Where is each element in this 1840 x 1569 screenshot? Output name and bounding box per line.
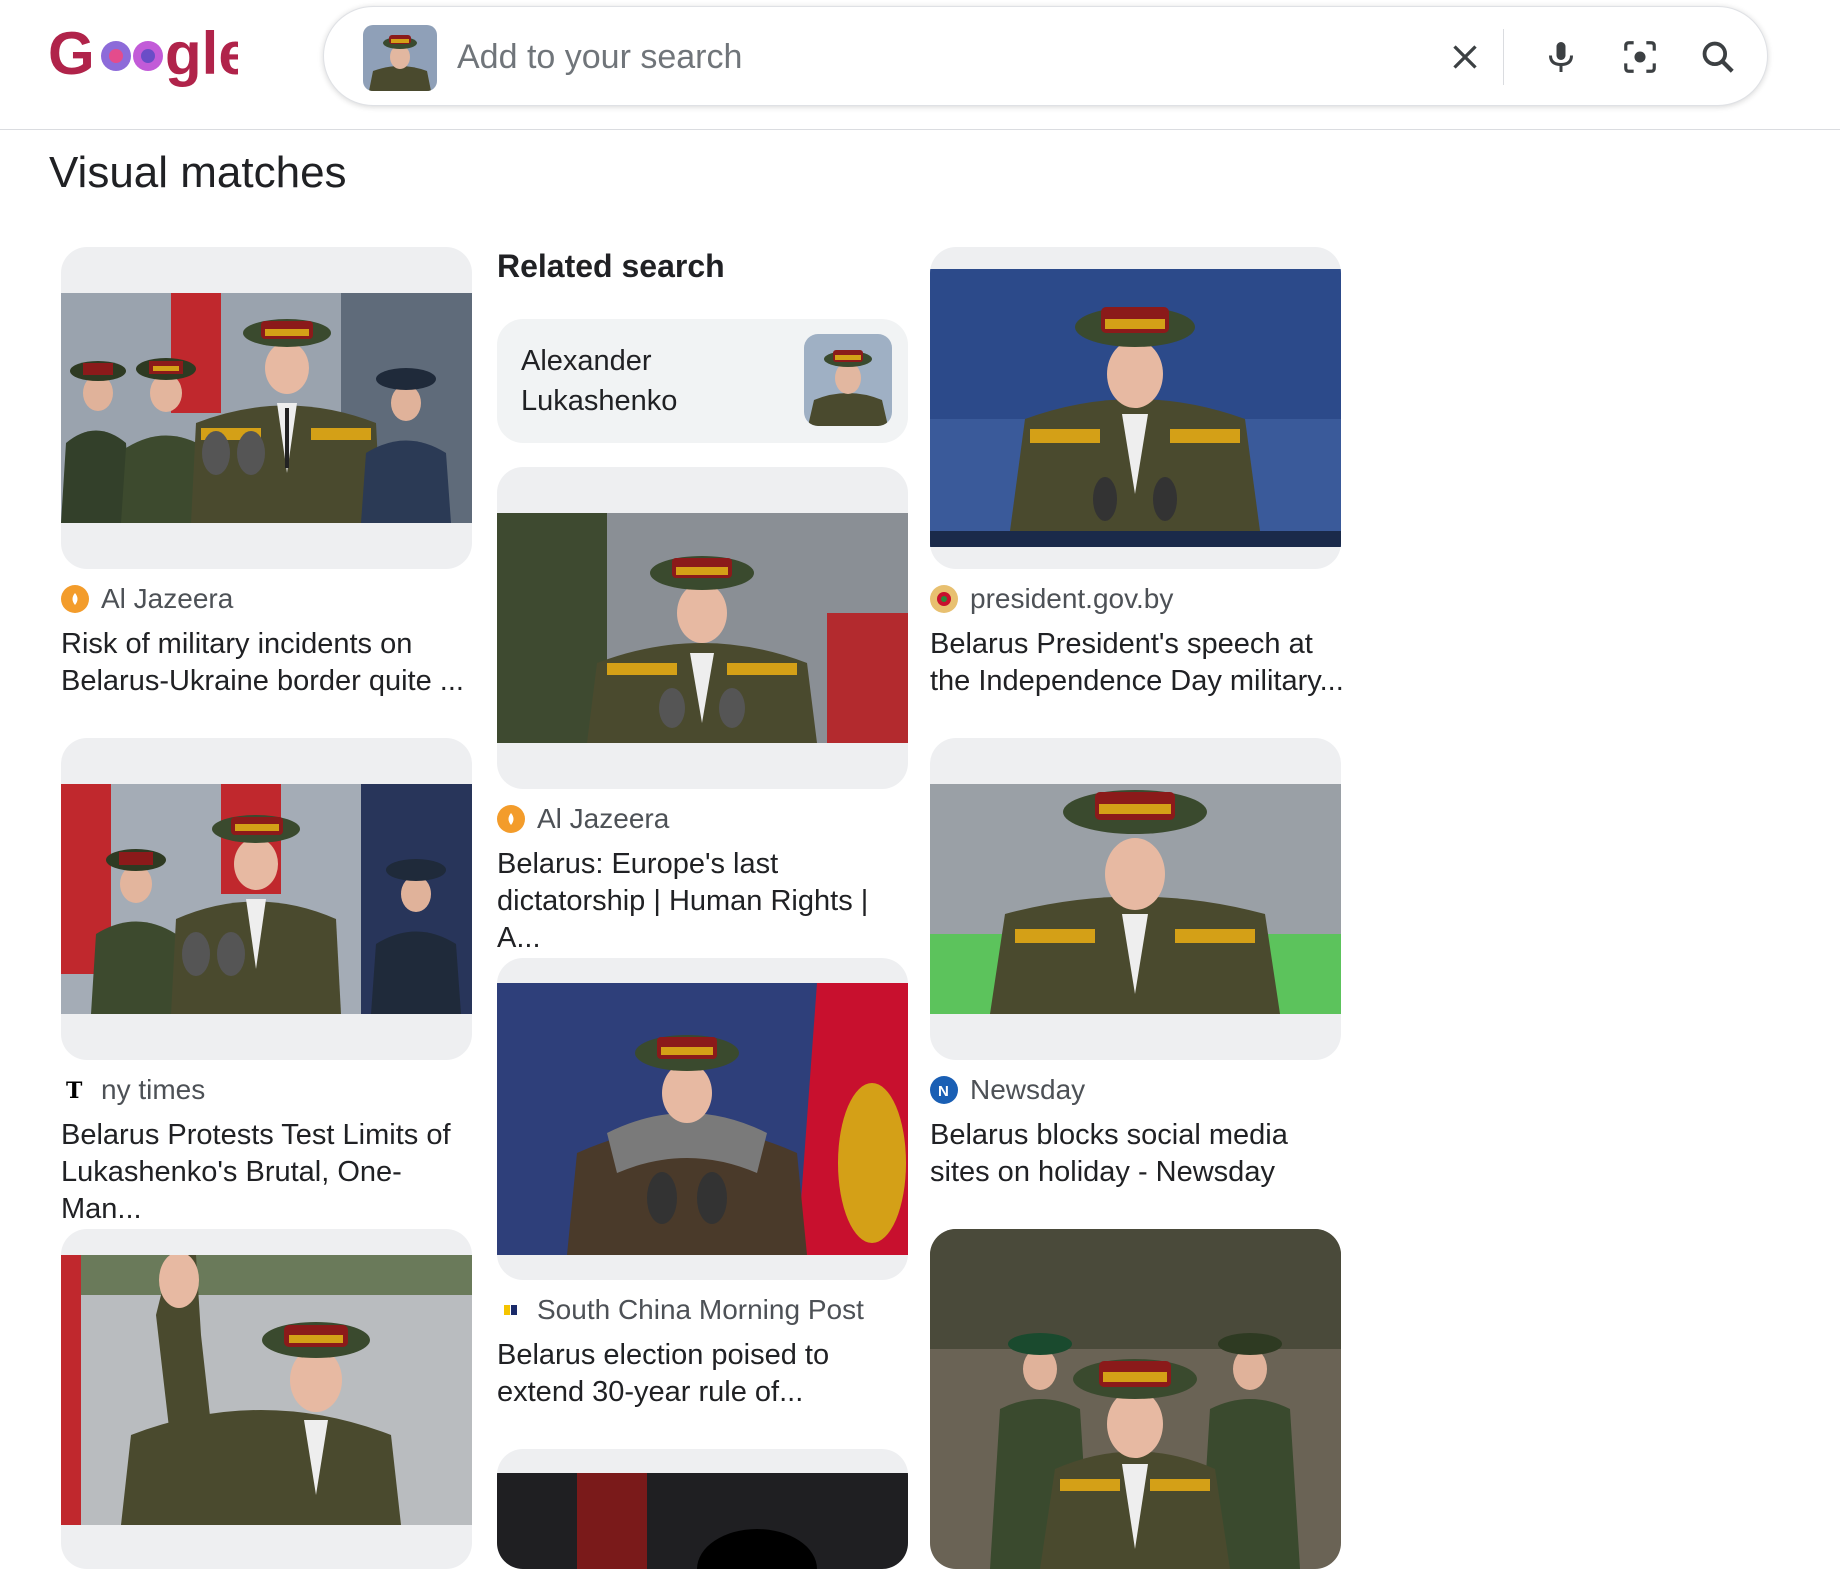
result-image [930, 784, 1341, 1014]
query-image-thumbnail[interactable] [363, 25, 437, 91]
result-image [61, 1255, 472, 1525]
result-image-card[interactable] [497, 1449, 908, 1569]
related-search-label: Alexander Lukashenko [521, 345, 678, 417]
related-search-heading: Related search [497, 248, 725, 284]
result-source[interactable]: South China Morning Post [497, 1294, 864, 1326]
close-icon[interactable] [1437, 29, 1493, 85]
source-name: Al Jazeera [537, 803, 670, 834]
result-source[interactable]: Al Jazeera [61, 583, 233, 615]
president-gov-favicon-icon [930, 585, 958, 613]
result-image-card[interactable] [61, 247, 472, 569]
result-image-card[interactable] [61, 738, 472, 1060]
scmp-favicon-icon [497, 1296, 525, 1324]
result-image [61, 293, 472, 523]
result-image-card[interactable] [497, 958, 908, 1280]
google-logo-graphic: G gle [48, 20, 252, 87]
result-image [930, 1229, 1341, 1569]
source-name: Al Jazeera [101, 583, 234, 614]
result-title[interactable]: Risk of military incidents on Belarus-Uk… [61, 626, 476, 700]
result-image-card[interactable] [497, 467, 908, 789]
newsday-favicon-icon: N [930, 1076, 958, 1104]
source-name: ny times [101, 1074, 206, 1105]
svg-text:T: T [66, 1078, 83, 1103]
search-icon[interactable] [1690, 29, 1746, 85]
source-name: president.gov.by [970, 583, 1174, 614]
result-title[interactable]: Belarus Protests Test Limits of Lukashen… [61, 1117, 476, 1228]
result-image [497, 513, 908, 743]
result-title[interactable]: Belarus President's speech at the Indepe… [930, 626, 1345, 700]
related-search-thumbnail [804, 334, 892, 426]
svg-text:N: N [938, 1083, 949, 1100]
al-jazeera-favicon-icon [61, 585, 89, 613]
search-divider [1503, 29, 1504, 85]
search-box[interactable] [323, 6, 1768, 106]
svg-text:G: G [48, 20, 95, 87]
camera-lens-icon[interactable] [1612, 29, 1668, 85]
search-input[interactable] [457, 33, 1357, 81]
result-image-card[interactable] [930, 1229, 1341, 1569]
nytimes-favicon-icon: T [61, 1076, 89, 1104]
result-title[interactable]: Belarus blocks social media sites on hol… [930, 1117, 1345, 1191]
top-header: G gle [0, 0, 1840, 130]
result-image [497, 983, 908, 1255]
section-title: Visual matches [49, 148, 347, 197]
result-title[interactable]: Belarus: Europe's last dictatorship | Hu… [497, 846, 912, 957]
source-name: Newsday [970, 1074, 1086, 1105]
al-jazeera-favicon-icon [497, 805, 525, 833]
result-image-card[interactable] [930, 738, 1341, 1060]
svg-text:gle: gle [165, 20, 238, 87]
result-source[interactable]: president.gov.by [930, 583, 1173, 615]
result-image-card[interactable] [61, 1229, 472, 1569]
result-title[interactable]: Belarus election poised to extend 30-yea… [497, 1337, 912, 1411]
result-source[interactable]: N Newsday [930, 1074, 1085, 1106]
result-image [930, 269, 1341, 547]
result-source[interactable]: T ny times [61, 1074, 205, 1106]
source-name: South China Morning Post [537, 1294, 864, 1325]
result-image [61, 784, 472, 1014]
result-image [497, 1473, 908, 1569]
result-source[interactable]: Al Jazeera [497, 803, 669, 835]
google-logo[interactable]: G gle [48, 18, 252, 92]
result-image-card[interactable] [930, 247, 1341, 569]
microphone-icon[interactable] [1533, 29, 1589, 85]
related-search-chip[interactable]: Alexander Lukashenko [497, 319, 908, 443]
